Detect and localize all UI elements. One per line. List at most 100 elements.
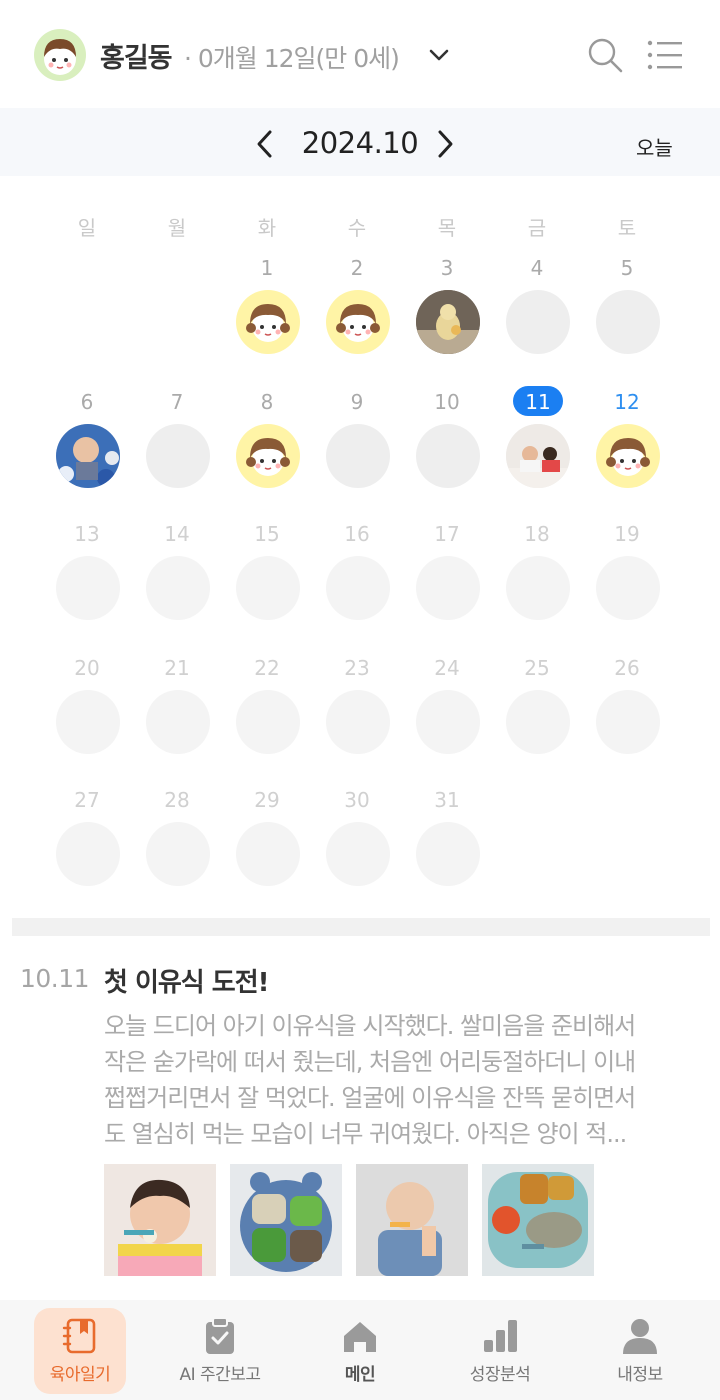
photo-thumbnail-icon: [230, 1164, 342, 1276]
day-empty[interactable]: [506, 290, 570, 354]
day-number[interactable]: 22: [237, 656, 297, 680]
nav-label: 성장분석: [469, 1365, 531, 1385]
entry-photo[interactable]: [104, 1164, 216, 1276]
day-empty[interactable]: [326, 690, 390, 754]
entry-photo[interactable]: [482, 1164, 594, 1276]
photo-thumbnail-icon: [506, 424, 570, 488]
day-number[interactable]: 28: [147, 788, 207, 812]
day-number[interactable]: 19: [597, 522, 657, 546]
day-number[interactable]: 2: [327, 256, 387, 280]
day-number[interactable]: 26: [597, 656, 657, 680]
day-empty[interactable]: [506, 556, 570, 620]
diary-icon: [62, 1318, 96, 1354]
nav-tab-main[interactable]: 메인: [314, 1308, 406, 1394]
day-photo[interactable]: [56, 424, 120, 488]
next-month-button[interactable]: [428, 128, 460, 160]
nav-tab-ai-weekly[interactable]: AI 주간보고: [174, 1308, 266, 1394]
day-number[interactable]: 18: [507, 522, 567, 546]
day-photo[interactable]: [506, 424, 570, 488]
photo-thumbnail-icon: [356, 1164, 468, 1276]
prev-month-button[interactable]: [250, 128, 282, 160]
day-photo[interactable]: [416, 290, 480, 354]
photo-thumbnail-icon: [416, 290, 480, 354]
day-empty[interactable]: [326, 822, 390, 886]
day-number[interactable]: 24: [417, 656, 477, 680]
day-empty[interactable]: [326, 424, 390, 488]
bar-chart-icon: [484, 1320, 517, 1352]
day-empty[interactable]: [506, 690, 570, 754]
entry-photo[interactable]: [356, 1164, 468, 1276]
entry-body-line[interactable]: 쩝쩝거리면서 잘 먹었다. 얼굴에 이유식을 잔뜩 묻히면서: [104, 1078, 704, 1113]
baby-age[interactable]: · 0개월 12일(만 0세): [184, 39, 400, 75]
nav-tab-my-info[interactable]: 내정보: [594, 1308, 686, 1394]
nav-label: AI 주간보고: [179, 1365, 261, 1385]
day-empty[interactable]: [146, 690, 210, 754]
day-number-selected[interactable]: 11: [508, 390, 568, 414]
weekday-tue: 화: [257, 216, 277, 240]
bottom-navigation: 육아일기 AI 주간보고 메인 성장분석 내정보: [0, 1300, 720, 1400]
day-empty[interactable]: [596, 690, 660, 754]
day-number[interactable]: 20: [57, 656, 117, 680]
person-icon: [623, 1319, 657, 1354]
day-number[interactable]: 10: [417, 390, 477, 414]
day-sticker[interactable]: [596, 424, 660, 488]
day-empty[interactable]: [56, 556, 120, 620]
day-empty[interactable]: [596, 290, 660, 354]
day-number[interactable]: 3: [417, 256, 477, 280]
nav-tab-growth[interactable]: 성장분석: [454, 1308, 546, 1394]
weekday-sat: 토: [617, 216, 637, 240]
entry-photo[interactable]: [230, 1164, 342, 1276]
day-number[interactable]: 9: [327, 390, 387, 414]
nav-tab-diary[interactable]: 육아일기: [34, 1308, 126, 1394]
day-number[interactable]: 27: [57, 788, 117, 812]
day-empty[interactable]: [416, 556, 480, 620]
day-empty[interactable]: [596, 556, 660, 620]
entry-body-line[interactable]: 작은 숟가락에 떠서 줬는데, 처음엔 어리둥절하더니 이내: [104, 1042, 704, 1077]
day-number[interactable]: 1: [237, 256, 297, 280]
day-empty[interactable]: [236, 556, 300, 620]
day-number[interactable]: 6: [57, 390, 117, 414]
day-number[interactable]: 29: [237, 788, 297, 812]
day-number[interactable]: 30: [327, 788, 387, 812]
baby-sticker-icon: [246, 438, 290, 476]
day-empty[interactable]: [236, 822, 300, 886]
baby-avatar[interactable]: [34, 29, 86, 81]
day-sticker[interactable]: [326, 290, 390, 354]
day-number-today[interactable]: 12: [597, 390, 657, 414]
day-empty[interactable]: [56, 690, 120, 754]
day-number[interactable]: 13: [57, 522, 117, 546]
day-number[interactable]: 17: [417, 522, 477, 546]
list-menu-icon[interactable]: [646, 38, 684, 72]
day-number[interactable]: 25: [507, 656, 567, 680]
day-sticker[interactable]: [236, 290, 300, 354]
day-number[interactable]: 16: [327, 522, 387, 546]
month-navigator: 2024.10 오늘: [0, 108, 720, 176]
day-empty[interactable]: [146, 424, 210, 488]
entry-body-line[interactable]: 오늘 드디어 아기 이유식을 시작했다. 쌀미음을 준비해서: [104, 1006, 704, 1041]
day-empty[interactable]: [146, 556, 210, 620]
entry-body-line[interactable]: 도 열심히 먹는 모습이 너무 귀여웠다. 아직은 양이 적...: [104, 1114, 704, 1149]
entry-title[interactable]: 첫 이유식 도전!: [104, 962, 269, 999]
day-empty[interactable]: [56, 822, 120, 886]
day-number[interactable]: 23: [327, 656, 387, 680]
day-empty[interactable]: [416, 424, 480, 488]
today-button[interactable]: 오늘: [636, 132, 673, 161]
day-number[interactable]: 21: [147, 656, 207, 680]
day-sticker[interactable]: [236, 424, 300, 488]
day-number[interactable]: 14: [147, 522, 207, 546]
nav-label: 육아일기: [49, 1365, 111, 1385]
day-number[interactable]: 31: [417, 788, 477, 812]
day-number[interactable]: 7: [147, 390, 207, 414]
day-number[interactable]: 4: [507, 256, 567, 280]
chevron-down-icon[interactable]: [426, 42, 452, 68]
day-number[interactable]: 15: [237, 522, 297, 546]
baby-name[interactable]: 홍길동: [100, 36, 173, 75]
day-empty[interactable]: [236, 690, 300, 754]
day-number[interactable]: 8: [237, 390, 297, 414]
day-empty[interactable]: [416, 690, 480, 754]
day-empty[interactable]: [416, 822, 480, 886]
day-empty[interactable]: [326, 556, 390, 620]
day-empty[interactable]: [146, 822, 210, 886]
day-number[interactable]: 5: [597, 256, 657, 280]
search-icon[interactable]: [586, 36, 624, 74]
